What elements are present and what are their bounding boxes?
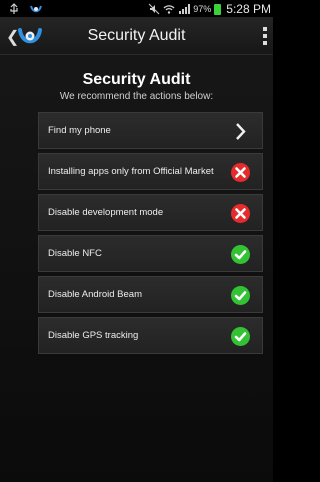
usb-icon bbox=[10, 3, 18, 14]
screen: 97% 5:28 PM ❮ Security Audit Security Au… bbox=[0, 0, 273, 482]
red-x-icon bbox=[231, 163, 250, 182]
page-subtitle: We recommend the actions below: bbox=[59, 91, 214, 102]
green-check-icon bbox=[231, 286, 250, 305]
audit-item-gps-tracking[interactable]: Disable GPS tracking bbox=[38, 317, 263, 354]
mute-icon bbox=[148, 3, 160, 15]
wifi-icon bbox=[163, 5, 175, 14]
audit-item-label: Installing apps only from Official Marke… bbox=[48, 166, 214, 177]
action-bar: ❮ Security Audit bbox=[0, 17, 273, 55]
audit-item-label: Find my phone bbox=[48, 125, 111, 136]
audit-item-find-my-phone[interactable]: Find my phone bbox=[38, 112, 263, 149]
app-notification-icon bbox=[30, 5, 42, 13]
audit-list: Find my phone Installing apps only from … bbox=[38, 112, 263, 358]
overflow-menu-icon[interactable] bbox=[263, 27, 267, 45]
audit-item-label: Disable GPS tracking bbox=[48, 330, 139, 341]
signal-icon bbox=[179, 4, 191, 14]
battery-percent: 97% bbox=[193, 4, 212, 14]
battery-icon bbox=[214, 3, 222, 15]
audit-item-development-mode[interactable]: Disable development mode bbox=[38, 194, 263, 231]
clock: 5:28 PM bbox=[226, 2, 271, 16]
audit-item-official-market[interactable]: Installing apps only from Official Marke… bbox=[38, 153, 263, 190]
audit-item-label: Disable Android Beam bbox=[48, 289, 142, 300]
audit-item-nfc[interactable]: Disable NFC bbox=[38, 235, 263, 272]
action-bar-title: Security Audit bbox=[87, 27, 186, 44]
red-x-icon bbox=[231, 204, 250, 223]
chevron-right-icon bbox=[236, 123, 246, 140]
green-check-icon bbox=[231, 245, 250, 264]
audit-item-label: Disable development mode bbox=[48, 207, 164, 218]
page-title: Security Audit bbox=[82, 71, 191, 88]
green-check-icon bbox=[231, 327, 250, 346]
audit-item-label: Disable NFC bbox=[48, 248, 102, 259]
audit-item-android-beam[interactable]: Disable Android Beam bbox=[38, 276, 263, 313]
status-bar: 97% 5:28 PM bbox=[0, 0, 273, 17]
